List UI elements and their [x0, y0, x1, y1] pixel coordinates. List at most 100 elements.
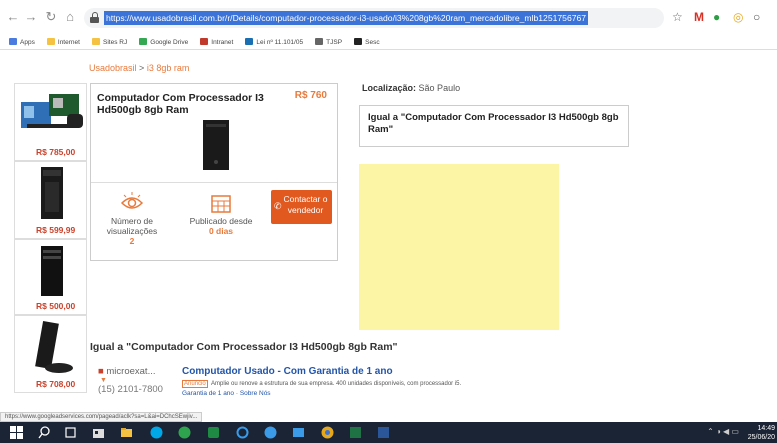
bookmark-internet[interactable]: Internet: [46, 35, 80, 49]
product-card: Computador Com Processador I3 Hd500gb 8g…: [90, 83, 338, 261]
advertiser-name: microexat...: [106, 366, 156, 377]
reload-icon[interactable]: ↻: [44, 10, 58, 24]
advertiser-store[interactable]: ■ microexat...: [98, 366, 188, 377]
calendar-icon: [211, 195, 231, 213]
ad-sitelink-separator: ·: [235, 390, 239, 397]
related-product-price: R$ 785,00: [36, 147, 76, 157]
related-product-item[interactable]: R$ 708,00: [14, 315, 87, 393]
sesc-icon: [354, 38, 363, 45]
folder-icon: [92, 38, 100, 45]
ad-description-text: Amplie ou renove a estrutura de sua empr…: [211, 381, 462, 387]
excel-icon[interactable]: [349, 426, 362, 439]
views-stat: Número de visualizações 2: [97, 192, 167, 246]
back-arrow-icon[interactable]: ←: [6, 10, 20, 24]
location-label: Localização:: [362, 83, 417, 93]
product-title: Computador Com Processador I3 Hd500gb 8g…: [97, 92, 264, 116]
related-product-item[interactable]: R$ 500,00: [14, 239, 87, 315]
chrome-icon[interactable]: [321, 426, 334, 439]
ad-sitelink-warranty[interactable]: Garantia de 1 ano: [182, 390, 234, 397]
taskbar-clock[interactable]: 14:49 25/06/20: [748, 424, 775, 442]
word-icon[interactable]: [377, 426, 390, 439]
breadcrumb-separator: >: [139, 63, 145, 73]
search-icon[interactable]: [38, 426, 51, 439]
browser-toolbar: ← → ↻ ⌂ https://www.usadobrasil.com.br/r…: [0, 0, 777, 35]
store-app-icon[interactable]: [92, 426, 105, 439]
ad-badge: Anúncio: [182, 380, 208, 388]
product-image: [41, 246, 63, 296]
page-content: Usadobrasil > i3 8gb ram R$ 785,00 R$ 59…: [14, 50, 760, 415]
advertiser-phone[interactable]: (15) 2101-7800: [98, 384, 188, 395]
published-label: Publicado desde: [189, 216, 253, 226]
product-image: [21, 94, 83, 128]
similar-section-title: Igual a "Computador Com Processador I3 H…: [90, 341, 398, 353]
published-stat: Publicado desde 0 dias: [181, 192, 261, 236]
messaging-icon[interactable]: [178, 426, 191, 439]
gmail-extension-icon[interactable]: M: [694, 11, 704, 23]
address-bar[interactable]: https://www.usadobrasil.com.br/r/Details…: [84, 8, 664, 28]
browser-status-bar: https://www.googleadservices.com/pagead/…: [0, 412, 203, 422]
location-value: São Paulo: [418, 83, 461, 93]
related-product-item[interactable]: R$ 599,99: [14, 161, 87, 239]
contact-seller-label: Contactar o vendedor: [283, 194, 328, 215]
skype-icon[interactable]: [150, 426, 163, 439]
ad-sitelink-about[interactable]: Sobre Nós: [240, 390, 271, 397]
bookmark-sites-rj[interactable]: Sites RJ: [92, 35, 127, 49]
product-price: R$ 760: [294, 90, 327, 101]
product-main-image: [203, 120, 229, 170]
related-product-price: R$ 708,00: [36, 379, 76, 389]
views-label: Número de visualizações: [106, 216, 158, 236]
bookmark-lei[interactable]: Lei nº 11.101/05: [245, 35, 303, 49]
ad-advertiser: ■ microexat... ▼ (15) 2101-7800: [98, 366, 188, 395]
location: Localização: São Paulo: [362, 83, 460, 93]
ad-sitelinks: Garantia de 1 ano · Sobre Nós: [182, 390, 742, 397]
windows-taskbar: ⌃ ◑ ◀ ▭ 14:49 25/06/20: [0, 422, 777, 443]
evernote-extension-icon[interactable]: ●: [713, 11, 720, 23]
chevron-down-icon[interactable]: ▼: [98, 377, 188, 384]
related-product-price: R$ 599,99: [36, 225, 76, 235]
similar-products-box[interactable]: Igual a "Computador Com Processador I3 H…: [359, 105, 629, 147]
file-explorer-icon[interactable]: [120, 426, 133, 439]
eye-icon: [120, 192, 144, 209]
bookmark-intranet[interactable]: Intranet: [200, 35, 233, 49]
card-divider: [91, 182, 337, 183]
bookmark-apps[interactable]: Apps: [9, 35, 35, 49]
related-product-price: R$ 500,00: [36, 301, 76, 311]
breadcrumb-current[interactable]: i3 8gb ram: [147, 63, 190, 73]
breadcrumb-site-link[interactable]: Usadobrasil: [89, 63, 137, 73]
task-view-icon[interactable]: [64, 426, 77, 439]
web-page: Usadobrasil > i3 8gb ram R$ 785,00 R$ 59…: [0, 50, 777, 415]
scales-icon: [315, 38, 324, 45]
apps-grid-icon: [9, 38, 17, 45]
folder-icon: [46, 38, 55, 45]
star-bookmark-icon[interactable]: ☆: [672, 11, 683, 23]
bookmark-google-drive[interactable]: Google Drive: [139, 35, 188, 49]
globe-app-icon[interactable]: [264, 426, 277, 439]
system-tray-icons[interactable]: ⌃ ◑ ◀ ▭: [707, 427, 739, 436]
law-icon: [245, 38, 254, 45]
contact-seller-button[interactable]: ✆ Contactar o vendedor: [271, 190, 332, 224]
extension-icon[interactable]: ◎: [733, 11, 743, 23]
phone-icon: ✆: [274, 201, 282, 211]
internet-explorer-icon[interactable]: [236, 426, 249, 439]
views-value: 2: [129, 236, 135, 246]
google-drive-icon: [139, 38, 148, 45]
url-text[interactable]: https://www.usadobrasil.com.br/r/Details…: [104, 11, 589, 25]
clock-date: 25/06/20: [747, 434, 775, 441]
profile-icon[interactable]: ○: [753, 11, 760, 23]
clock-time: 14:49: [757, 425, 775, 432]
bookmark-sesc[interactable]: Sesc: [354, 35, 380, 49]
related-product-item[interactable]: R$ 785,00: [14, 83, 87, 161]
ad-result: Computador Usado - Com Garantia de 1 ano…: [182, 366, 742, 397]
bookmarks-bar: Apps Internet Sites RJ Google Drive Intr…: [0, 35, 777, 50]
product-image: [41, 167, 63, 219]
security-app-icon[interactable]: [207, 426, 220, 439]
bookmark-tjsp[interactable]: TJSP: [315, 35, 342, 49]
forward-arrow-icon[interactable]: →: [24, 10, 38, 24]
windows-start-icon[interactable]: [10, 426, 23, 439]
store-icon: ■: [98, 366, 104, 377]
home-icon[interactable]: ⌂: [63, 10, 77, 24]
ad-description: Anúncio Amplie ou renove a estrutura de …: [182, 380, 742, 388]
outlook-icon[interactable]: [292, 426, 305, 439]
ad-placeholder[interactable]: [359, 164, 559, 330]
ad-title-link[interactable]: Computador Usado - Com Garantia de 1 ano: [182, 366, 742, 377]
